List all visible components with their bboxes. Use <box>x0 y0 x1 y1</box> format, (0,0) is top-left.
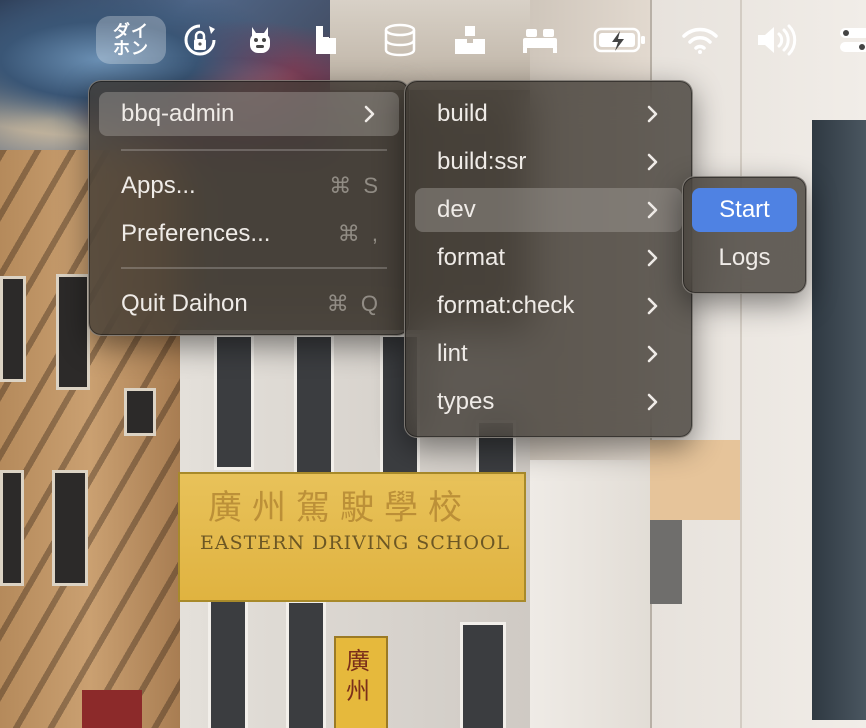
vertical-sign-text: 廣州 <box>346 647 370 705</box>
quit-shortcut: ⌘ Q <box>326 291 381 316</box>
window <box>286 600 326 728</box>
start-label: Start <box>719 196 770 223</box>
app-label-line1: ダイ <box>113 22 149 41</box>
menu-bar: ダイ ホン <box>0 0 866 78</box>
wifi-icon[interactable] <box>680 20 720 60</box>
chevron-right-icon <box>647 297 658 315</box>
background-building <box>530 460 650 728</box>
logs-label: Logs <box>718 244 771 271</box>
volume-icon[interactable] <box>754 20 798 60</box>
battery-charging-icon[interactable] <box>592 20 648 60</box>
preferences-menu-item[interactable]: Preferences... ⌘ , <box>99 212 399 256</box>
apps-menu-item[interactable]: Apps... ⌘ S <box>99 164 399 208</box>
script-label: build:ssr <box>437 148 527 175</box>
wall-panel <box>650 440 740 520</box>
script-item-format-check[interactable]: format:check <box>415 284 682 328</box>
preferences-shortcut: ⌘ , <box>337 221 381 246</box>
preferences-label: Preferences... <box>121 220 271 247</box>
driving-school-sign: 廣州駕駛學校 EASTERN DRIVING SCHOOL <box>178 472 526 602</box>
chevron-right-icon <box>647 345 658 363</box>
lock-refresh-icon[interactable] <box>180 20 220 60</box>
h-logo-icon[interactable] <box>308 20 344 60</box>
script-item-dev[interactable]: dev <box>415 188 682 232</box>
logs-button[interactable]: Logs <box>692 236 797 280</box>
script-item-types[interactable]: types <box>415 380 682 424</box>
apps-label: Apps... <box>121 172 196 199</box>
chevron-right-icon <box>647 393 658 411</box>
window <box>0 276 26 382</box>
quit-label: Quit Daihon <box>121 290 248 317</box>
chevron-right-icon <box>364 105 375 123</box>
database-icon[interactable] <box>380 20 420 60</box>
red-awning <box>82 690 142 728</box>
dark-building <box>812 120 866 720</box>
window <box>52 470 88 586</box>
start-button[interactable]: Start <box>692 188 797 232</box>
vertical-sign: 廣州 <box>334 636 388 728</box>
window <box>56 274 90 390</box>
script-label: format:check <box>437 292 575 319</box>
mascot-icon[interactable] <box>242 20 278 60</box>
scripts-submenu: build build:ssr dev format format:check … <box>404 80 693 438</box>
window <box>208 594 248 728</box>
script-item-format[interactable]: format <box>415 236 682 280</box>
window <box>294 334 334 476</box>
sign-chinese-text: 廣州駕駛學校 <box>208 488 472 528</box>
app-label-line2: ホン <box>113 39 149 58</box>
script-label: dev <box>437 196 476 223</box>
apps-shortcut: ⌘ S <box>329 173 381 198</box>
script-label: types <box>437 388 495 415</box>
chevron-right-icon <box>647 249 658 267</box>
bed-icon[interactable] <box>518 20 562 60</box>
window <box>124 388 156 436</box>
daihon-status-item[interactable]: ダイ ホン <box>96 16 166 64</box>
script-item-build-ssr[interactable]: build:ssr <box>415 140 682 184</box>
script-item-lint[interactable]: lint <box>415 332 682 376</box>
window <box>460 622 506 728</box>
script-item-build[interactable]: build <box>415 92 682 136</box>
project-menu-item[interactable]: bbq-admin <box>99 92 399 136</box>
window <box>214 334 254 470</box>
action-submenu: Start Logs <box>682 176 807 294</box>
script-label: format <box>437 244 506 271</box>
chevron-right-icon <box>647 105 658 123</box>
upload-box-icon[interactable] <box>450 20 490 60</box>
script-label: lint <box>437 340 468 367</box>
window <box>0 470 24 586</box>
panel-line <box>740 0 742 728</box>
quit-menu-item[interactable]: Quit Daihon ⌘ Q <box>99 282 399 326</box>
app-menu: bbq-admin Apps... ⌘ S Preferences... ⌘ ,… <box>88 80 410 336</box>
menu-separator <box>121 267 387 269</box>
menu-separator <box>121 149 387 151</box>
script-label: build <box>437 100 488 127</box>
chevron-right-icon <box>647 153 658 171</box>
chevron-right-icon <box>647 201 658 219</box>
project-label: bbq-admin <box>121 100 235 127</box>
sign-english-text: EASTERN DRIVING SCHOOL <box>200 532 511 554</box>
toggles-icon[interactable] <box>838 20 866 60</box>
